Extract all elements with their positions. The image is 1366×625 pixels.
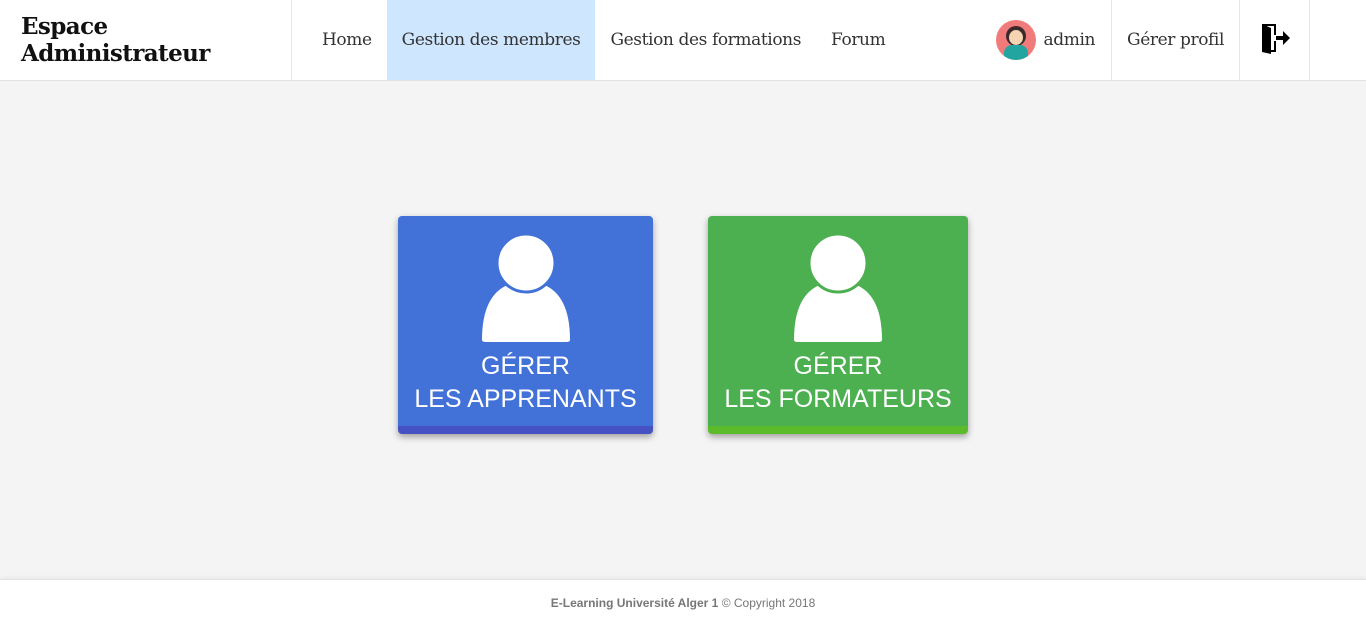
footer-copyright: © Copyright 2018 [721, 596, 816, 610]
nav-home[interactable]: Home [292, 0, 387, 80]
brand-title[interactable]: Espace Administrateur [0, 0, 292, 80]
top-navbar: Espace Administrateur Home Gestion des m… [0, 0, 1366, 81]
navbar-spacer [900, 0, 995, 80]
tile-line2: LES APPRENANTS [414, 385, 637, 413]
nav-forum[interactable]: Forum [816, 0, 900, 80]
nav-gestion-formations[interactable]: Gestion des formations [595, 0, 816, 80]
tile-line1: GÉRER [481, 352, 570, 380]
footer: E-Learning Université Alger 1 © Copyrigh… [0, 579, 1366, 625]
footer-brand: E-Learning Université Alger 1 [550, 596, 719, 610]
user-menu[interactable]: admin [995, 0, 1113, 80]
manage-learners-tile[interactable]: GÉRER LES APPRENANTS [398, 216, 653, 434]
nav-gestion-membres[interactable]: Gestion des membres [386, 0, 596, 80]
manage-profile-link[interactable]: Gérer profil [1112, 0, 1240, 80]
manage-trainers-tile[interactable]: GÉRER LES FORMATEURS [708, 216, 968, 434]
tile-line1: GÉRER [793, 352, 883, 380]
logout-button[interactable] [1240, 0, 1310, 80]
user-icon [480, 232, 572, 349]
navbar-tail [1310, 0, 1366, 80]
user-icon [792, 232, 884, 349]
user-name: admin [1043, 30, 1096, 50]
logout-icon [1258, 21, 1292, 60]
avatar [995, 20, 1036, 60]
tile-line2: LES FORMATEURS [724, 385, 952, 413]
